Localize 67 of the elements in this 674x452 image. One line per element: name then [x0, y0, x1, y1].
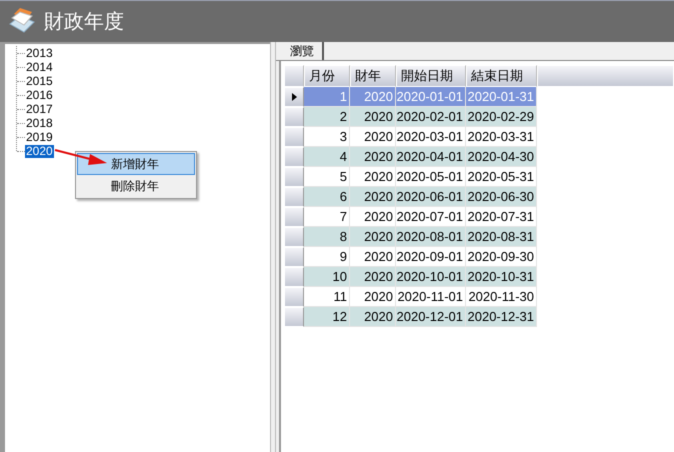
table-cell: 4 [304, 147, 350, 167]
table-cell: 2020-08-31 [466, 227, 537, 247]
table-cell: 2020-11-30 [466, 287, 537, 307]
table-cell: 2020-04-01 [396, 147, 466, 167]
table-cell: 2020-01-01 [396, 87, 466, 107]
table-cell: 2020-02-29 [466, 107, 537, 127]
table-cell: 2020-09-30 [466, 247, 537, 267]
column-header[interactable]: 財年 [350, 65, 396, 87]
table-cell: 6 [304, 187, 350, 207]
pointer-arrow [54, 148, 108, 166]
table-cell: 2020-06-30 [466, 187, 537, 207]
table-cell: 2020 [350, 267, 396, 287]
column-header[interactable]: 開始日期 [396, 65, 466, 87]
tree-item[interactable]: 2014 [25, 60, 54, 74]
table-cell: 2020-11-01 [396, 287, 466, 307]
table-cell: 2020-10-01 [396, 267, 466, 287]
tree-item[interactable]: 2016 [25, 88, 54, 102]
row-header[interactable] [284, 87, 304, 107]
table-cell: 1 [304, 87, 350, 107]
table-cell: 2020-05-01 [396, 167, 466, 187]
header-cell [284, 65, 304, 87]
menu-item[interactable]: 新增財年 [77, 153, 195, 175]
table-cell: 2020 [350, 187, 396, 207]
tree-item[interactable]: 2017 [25, 102, 54, 116]
table-cell: 5 [304, 167, 350, 187]
table-cell: 2020 [350, 147, 396, 167]
table-cell: 2020-07-01 [396, 207, 466, 227]
table-cell: 11 [304, 287, 350, 307]
table-cell: 2020-08-01 [396, 227, 466, 247]
tree-item[interactable]: 2015 [25, 74, 54, 88]
table-cell: 2 [304, 107, 350, 127]
table-cell: 10 [304, 267, 350, 287]
table-cell: 7 [304, 207, 350, 227]
column-header[interactable]: 月份 [304, 65, 350, 87]
table-cell: 2020-03-01 [396, 127, 466, 147]
table-cell: 9 [304, 247, 350, 267]
table-cell: 2020-06-01 [396, 187, 466, 207]
table-cell: 2020-04-30 [466, 147, 537, 167]
tree-item[interactable]: 2018 [25, 116, 54, 130]
table-cell: 2020-10-31 [466, 267, 537, 287]
table-cell: 2020-01-31 [466, 87, 537, 107]
table-cell: 2020-07-31 [466, 207, 537, 227]
table-cell: 2020-12-31 [466, 307, 537, 327]
table-cell: 2020 [350, 287, 396, 307]
table-cell: 2020-02-01 [396, 107, 466, 127]
table-cell: 2020 [350, 87, 396, 107]
table-cell: 2020-05-31 [466, 167, 537, 187]
table-cell: 2020 [350, 247, 396, 267]
table-cell: 2020 [350, 167, 396, 187]
table-cell: 2020 [350, 107, 396, 127]
column-header[interactable]: 結束日期 [466, 65, 537, 87]
table-cell: 2020-03-31 [466, 127, 537, 147]
table-cell: 2020 [350, 307, 396, 327]
table-cell: 2020 [350, 207, 396, 227]
menu-item[interactable]: 刪除財年 [77, 175, 195, 197]
table-cell: 8 [304, 227, 350, 247]
table-cell: 2020-12-01 [396, 307, 466, 327]
table-cell: 2020-09-01 [396, 247, 466, 267]
window-title: 財政年度 [44, 10, 124, 34]
table-cell: 2020 [350, 127, 396, 147]
table-cell: 12 [304, 307, 350, 327]
tree-item[interactable]: 2019 [25, 130, 54, 144]
table-cell: 2020 [350, 227, 396, 247]
tree-item[interactable]: 2013 [25, 46, 54, 60]
table-cell: 3 [304, 127, 350, 147]
tree-item[interactable]: 2020 [25, 144, 54, 158]
row-pointer-icon [292, 93, 296, 101]
